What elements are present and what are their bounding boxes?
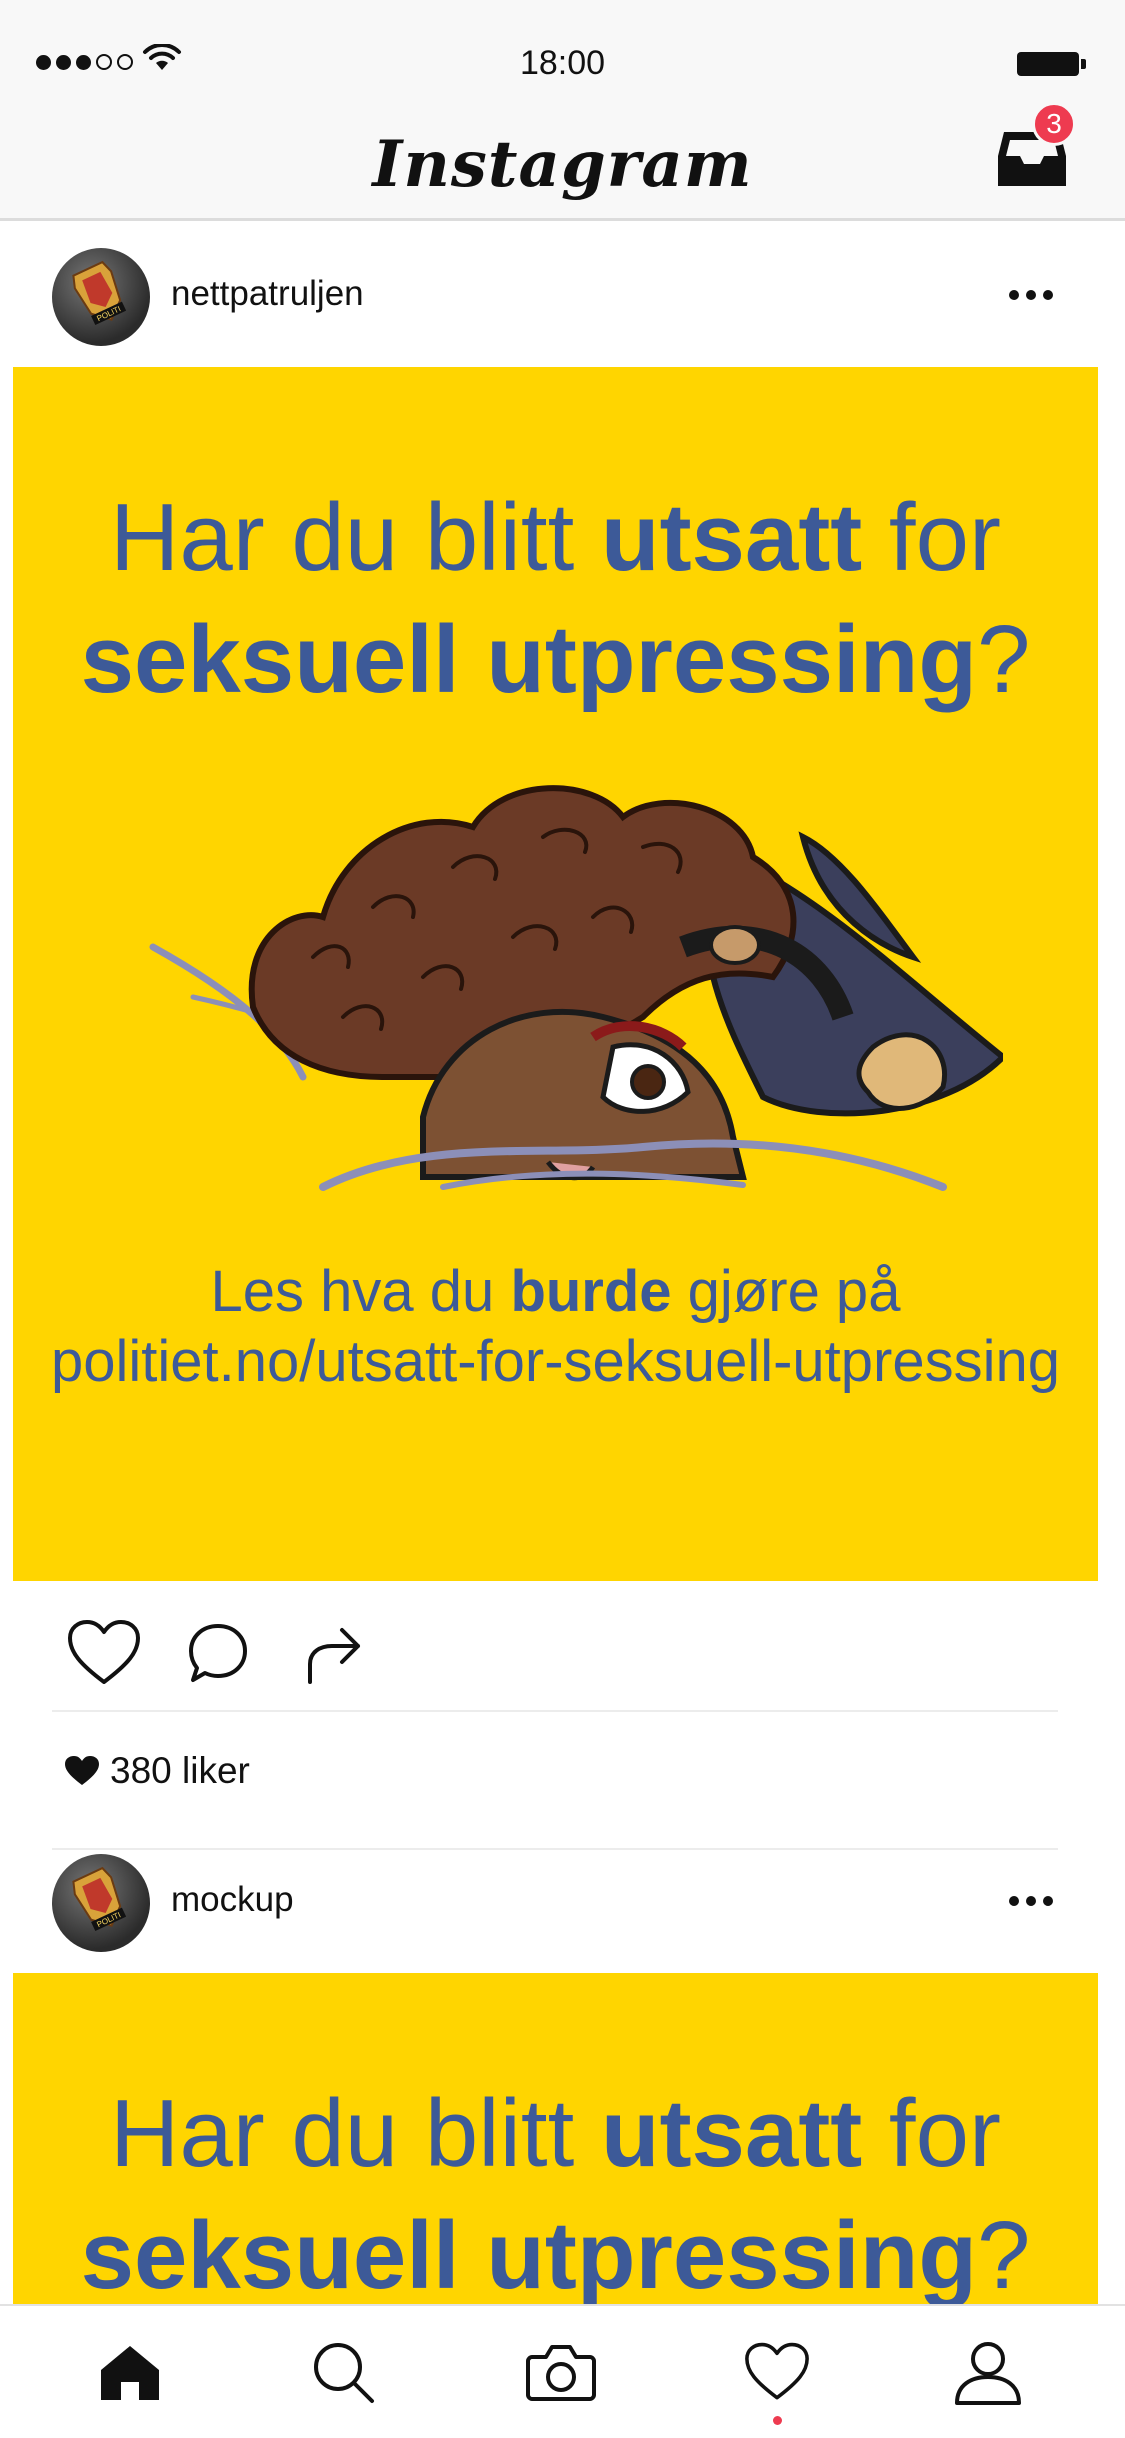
tab-bar (0, 2304, 1125, 2438)
police-badge-icon: POLITI (72, 260, 127, 326)
headline-bold: seksuell utpressing (80, 2202, 977, 2304)
camera-icon (525, 2345, 596, 2401)
post-header: POLITI nettpatruljen (0, 248, 1125, 348)
post-image[interactable]: Har du blitt utsatt for seksuell utpress… (13, 367, 1098, 1581)
likes-count: 380 liker (64, 1750, 250, 1792)
activity-notification-dot (773, 2416, 782, 2425)
headline-text: for (862, 2080, 1001, 2187)
headline-text: Har du blitt (110, 484, 601, 591)
tab-search[interactable] (230, 2306, 455, 2438)
avatar[interactable]: POLITI (52, 1854, 150, 1952)
police-badge-icon: POLITI (72, 1866, 127, 1932)
headline-text: ? (976, 606, 1031, 713)
tab-home[interactable] (17, 2306, 242, 2438)
cta-url: politiet.no/utsatt-for-seksuell-utpressi… (50, 1329, 1061, 1394)
tab-camera[interactable] (448, 2306, 673, 2438)
battery-icon (1017, 52, 1086, 76)
status-bar: 18:00 (0, 0, 1125, 110)
tab-profile[interactable] (875, 2306, 1100, 2438)
avatar[interactable]: POLITI (52, 248, 150, 346)
post-header: POLITI mockup (0, 1854, 1125, 1954)
post-username[interactable]: mockup (171, 1880, 294, 1920)
post-headline: Har du blitt utsatt for seksuell utpress… (13, 477, 1098, 721)
headline-bold: utsatt (600, 484, 863, 591)
headline-bold: utsatt (600, 2080, 863, 2187)
headline-text: for (862, 484, 1001, 591)
app-header: Instagram (0, 110, 1125, 221)
heart-icon (744, 2342, 809, 2400)
home-icon (100, 2346, 159, 2400)
more-options-icon[interactable] (1009, 290, 1053, 300)
inbox-badge: 3 (1032, 102, 1076, 146)
headline-text: Har du blitt (110, 2080, 601, 2187)
cta-text: gjøre på (671, 1259, 901, 1324)
search-icon (313, 2343, 374, 2403)
like-heart-icon[interactable] (66, 1618, 142, 1688)
post-headline: Har du blitt utsatt for seksuell utpress… (13, 2073, 1098, 2304)
status-time: 18:00 (519, 44, 606, 82)
heart-filled-icon (65, 1756, 99, 1785)
post-actions (0, 1612, 1125, 1694)
profile-icon (954, 2342, 1021, 2405)
cta-text: Les hva du (210, 1259, 511, 1324)
post-username[interactable]: nettpatruljen (171, 274, 364, 314)
divider (52, 1710, 1058, 1712)
share-icon[interactable] (302, 1622, 368, 1688)
headline-text: ? (976, 2202, 1031, 2304)
likes-label[interactable]: 380 liker (110, 1750, 250, 1792)
headline-bold: seksuell utpressing (80, 606, 977, 713)
comment-icon[interactable] (185, 1620, 251, 1686)
more-options-icon[interactable] (1009, 1896, 1053, 1906)
post-call-to-action: Les hva du burde gjøre på politiet.no/ut… (13, 1257, 1098, 1397)
post-image[interactable]: Har du blitt utsatt for seksuell utpress… (13, 1973, 1098, 2304)
cta-bold: burde (510, 1259, 672, 1324)
divider (52, 1848, 1058, 1850)
illustration-peeking-officer (149, 785, 1003, 1191)
instagram-logo[interactable]: Instagram (0, 110, 1125, 218)
